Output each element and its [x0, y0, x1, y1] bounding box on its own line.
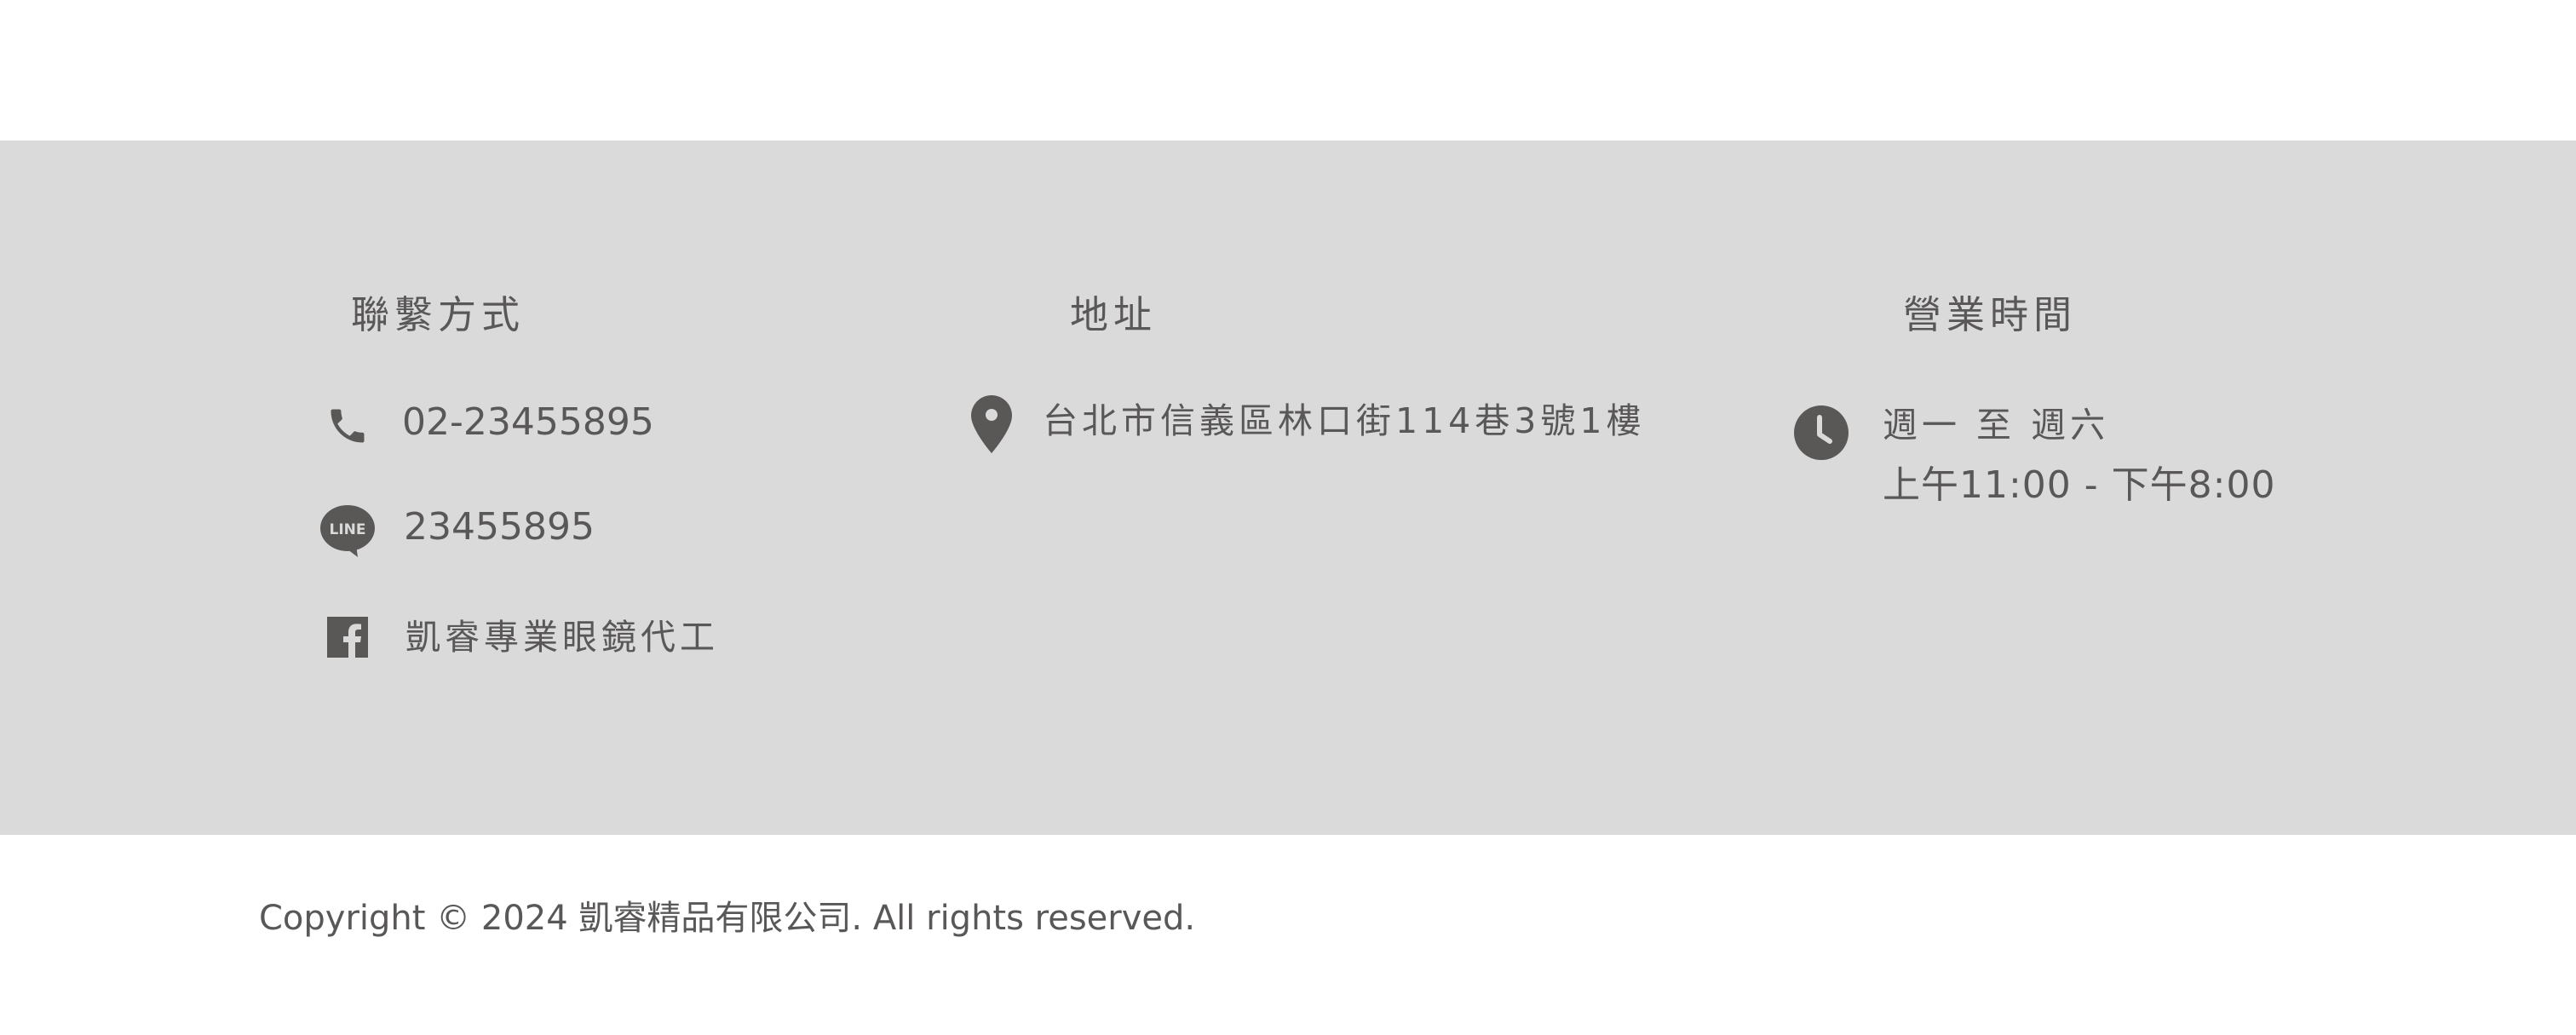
facebook-page-link[interactable]: 凱睿專業眼鏡代工: [405, 620, 719, 655]
phone-number-link[interactable]: 02-23455895: [402, 404, 654, 441]
hours-heading: 營業時間: [1903, 292, 2078, 337]
location-pin-icon: [971, 395, 1012, 453]
phone-icon: [325, 404, 370, 448]
facebook-icon: [327, 617, 368, 658]
contact-heading: 聯繫方式: [351, 292, 526, 337]
copyright-text: Copyright © 2024 凱睿精品有限公司. All rights re…: [259, 899, 1196, 938]
top-blank-area: [0, 0, 2576, 141]
line-icon: LINE: [319, 504, 377, 559]
address-heading: 地址: [1070, 292, 1158, 337]
address-text: 台北市信義區林口街114巷3號1樓: [1043, 400, 1646, 441]
hours-days: 週一 至 週六: [1883, 405, 2110, 446]
svg-text:LINE: LINE: [330, 521, 366, 538]
clock-icon: [1794, 405, 1849, 460]
hours-time: 上午11:00 - 下午8:00: [1883, 463, 2276, 507]
line-id-link[interactable]: 23455895: [404, 509, 595, 546]
